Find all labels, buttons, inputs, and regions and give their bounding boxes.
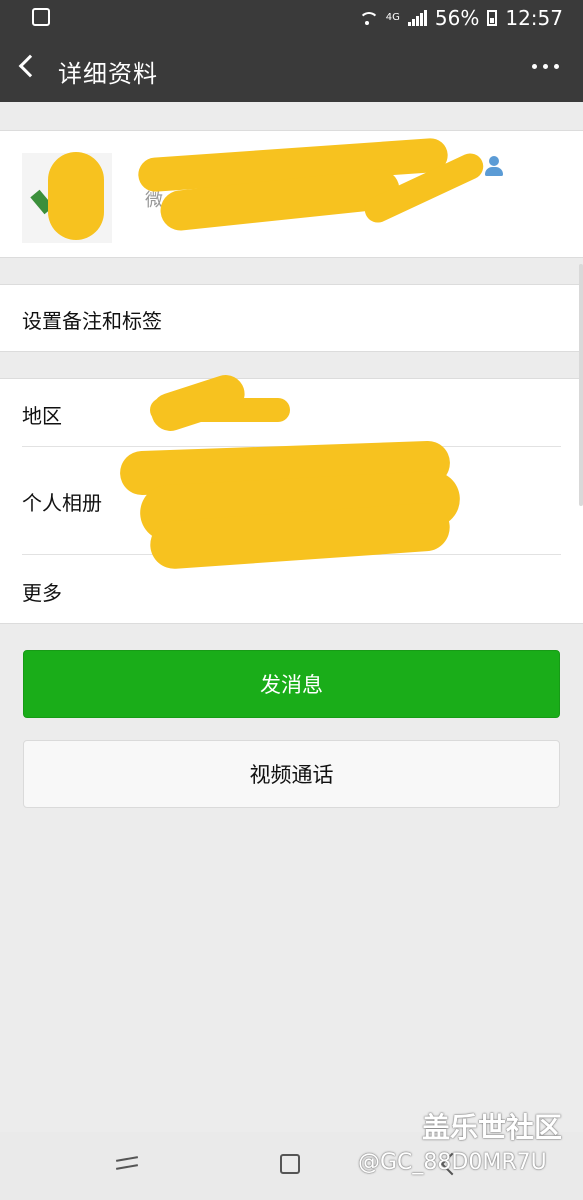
- signal-icon: [407, 10, 427, 26]
- status-bar: 4G 56% 12:57: [0, 0, 583, 36]
- send-message-button[interactable]: 发消息: [23, 650, 560, 718]
- network-label: 4G: [385, 12, 400, 23]
- back-arrow-icon[interactable]: [18, 54, 42, 78]
- page-title: 详细资料: [58, 60, 158, 88]
- scrollbar: [579, 264, 583, 506]
- video-call-button[interactable]: 视频通话: [23, 740, 560, 808]
- notification-icon: [32, 8, 50, 26]
- watermark-user: @GC_88D0MR7U: [358, 1150, 547, 1175]
- status-indicators: 4G 56% 12:57: [356, 6, 563, 30]
- contact-icon: [483, 155, 505, 177]
- more-row[interactable]: 更多: [0, 555, 583, 623]
- wifi-icon: [356, 10, 379, 26]
- remark-tags-label: 设置备注和标签: [22, 309, 162, 333]
- battery-percent: 56%: [434, 6, 480, 30]
- redaction-scribble: [48, 152, 104, 240]
- region-label: 地区: [22, 404, 62, 428]
- redaction-scribble: [150, 398, 290, 422]
- battery-icon: [487, 10, 498, 26]
- remark-tags-row[interactable]: 设置备注和标签: [0, 284, 583, 352]
- album-label: 个人相册: [22, 491, 102, 515]
- region-row: 地区: [0, 379, 583, 446]
- top-nav: 详细资料: [0, 36, 583, 102]
- watermark-site: 盖乐世社区: [422, 1111, 563, 1144]
- recent-apps-icon[interactable]: [115, 1152, 139, 1174]
- more-options-icon[interactable]: [532, 64, 559, 69]
- home-icon[interactable]: [280, 1154, 300, 1174]
- clock: 12:57: [505, 6, 563, 30]
- more-label: 更多: [22, 581, 62, 605]
